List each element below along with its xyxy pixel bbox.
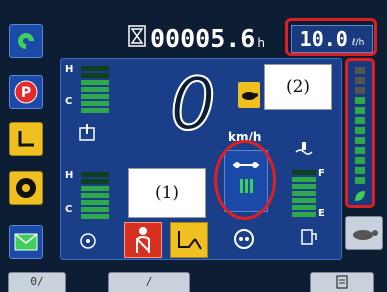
speed-display: 0 km/h <box>160 61 261 152</box>
turtle-icon <box>353 230 378 240</box>
slow-mode-button[interactable] <box>345 216 383 250</box>
fuel-rate-unit: ℓ/h <box>351 38 365 48</box>
seat-belt-icon <box>136 227 150 253</box>
hourmeter-unit: h <box>257 36 265 50</box>
work-mode-button[interactable] <box>9 122 43 156</box>
speed-value: 0 <box>169 61 217 147</box>
menu-icon <box>336 275 348 289</box>
seat-belt-indicator <box>124 222 162 258</box>
fuel-rate-display: 10.0 ℓ/h <box>285 18 377 56</box>
temp-gauge-2-low-label: C <box>65 204 73 215</box>
temp-gauge-1-high-label: H <box>65 64 74 75</box>
machine-monitor-screen: P 00005.6 h 10.0 ℓ/h H C H C 0 km/h F E … <box>0 0 387 292</box>
callout-2-label: (2) <box>264 64 332 110</box>
steering-button[interactable] <box>9 171 43 205</box>
hourmeter: 00005.6 h <box>128 24 265 60</box>
work-mode-icon <box>18 131 34 147</box>
fuel-gauge: F E <box>292 168 334 248</box>
eco-level-segments <box>351 67 369 197</box>
fuel-rate-box: 10.0 ℓ/h <box>291 25 373 53</box>
menu-tab[interactable] <box>310 272 374 292</box>
fuel-filter-icon <box>301 229 317 245</box>
highlight-ring-1 <box>214 140 276 220</box>
mail-icon <box>14 233 38 251</box>
temp-gauge-2: H C <box>63 170 111 250</box>
hourmeter-value: 00005.6 <box>150 24 256 53</box>
temp-gauge-2-high-label: H <box>65 170 74 181</box>
temp-gauge-2-bars <box>81 172 109 222</box>
bottom-tab-2[interactable]: / <box>108 272 190 292</box>
callout-2-text: (2) <box>285 77 311 97</box>
oil-temp-icon <box>80 233 96 249</box>
eco-level-gauge <box>345 58 375 208</box>
temp-gauge-1-bars <box>81 66 109 116</box>
parking-brake-icon: P <box>14 80 38 104</box>
bucket-icon <box>178 231 202 250</box>
fuel-gauge-empty-label: E <box>318 208 325 219</box>
mail-button[interactable] <box>9 225 43 259</box>
turtle-indicator <box>238 82 260 108</box>
coolant-level-icon <box>295 142 313 155</box>
eco-leaf-icon <box>355 191 365 201</box>
bottom-tab-2-label: / <box>145 275 153 288</box>
parking-brake-button[interactable]: P <box>9 75 43 109</box>
turtle-icon <box>242 92 258 100</box>
eco-mode-button[interactable] <box>9 24 43 58</box>
transmission-icon <box>234 229 254 249</box>
fuel-gauge-bars <box>292 170 316 220</box>
hourglass-icon <box>128 25 146 47</box>
transmission-indicator <box>226 222 262 256</box>
temp-gauge-1-low-label: C <box>65 96 73 107</box>
engine-temp-icon <box>79 124 95 141</box>
bottom-tab-1-label: 0/ <box>30 275 44 288</box>
callout-1-text: (1) <box>154 183 180 203</box>
bucket-indicator <box>170 222 208 258</box>
callout-1-label: (1) <box>128 168 206 218</box>
eco-mode-icon <box>18 33 34 49</box>
fuel-rate-value: 10.0 <box>299 27 348 51</box>
bottom-tab-1[interactable]: 0/ <box>8 272 66 292</box>
svg-text:P: P <box>21 85 31 101</box>
fuel-gauge-full-label: F <box>318 168 325 179</box>
temp-gauge-1: H C <box>63 64 111 144</box>
steering-icon <box>16 178 36 198</box>
